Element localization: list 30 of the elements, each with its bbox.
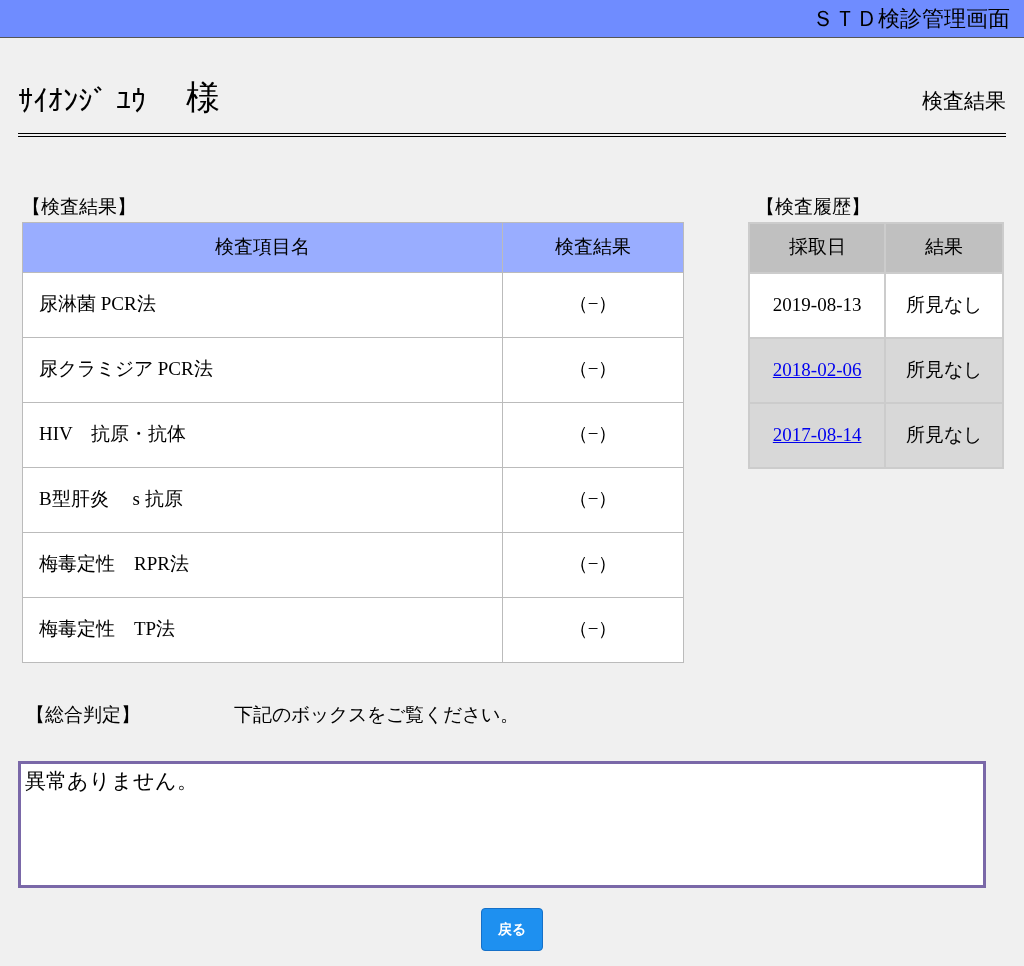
column-header: 採取日 <box>749 222 886 273</box>
column-header: 結果 <box>885 222 1003 273</box>
table-cell: 所見なし <box>885 402 1003 468</box>
table-cell: （−） <box>502 597 684 662</box>
table-cell: 梅毒定性 TP法 <box>22 597 503 662</box>
table-cell: HIV 抗原・抗体 <box>22 402 503 467</box>
table-cell: 2019-08-13 <box>749 272 886 338</box>
section-heading: 【検査結果】 <box>22 196 136 217</box>
table-cell: （−） <box>502 467 684 532</box>
table-cell: 所見なし <box>885 337 1003 403</box>
table-cell: （−） <box>502 402 684 467</box>
table-cell: （−） <box>502 272 684 337</box>
instruction-text: 下記のボックスをご覧ください。 <box>234 702 519 727</box>
table-cell: （−） <box>502 337 684 402</box>
column-header: 検査結果 <box>502 222 684 272</box>
back-button[interactable]: 戻る <box>481 908 543 951</box>
table-cell: 尿淋菌 PCR法 <box>22 272 503 337</box>
table-cell: B型肝炎 s 抗原 <box>22 467 503 532</box>
patient-name: ｻｲｵﾝｼﾞ ﾕｳ <box>18 83 146 119</box>
table-cell: 所見なし <box>885 272 1003 338</box>
table-cell: 梅毒定性 RPR法 <box>22 532 503 597</box>
table-cell: （−） <box>502 532 684 597</box>
column-header: 検査項目名 <box>22 222 503 272</box>
screen-title: ＳＴＤ検診管理画面 <box>812 6 1010 31</box>
page-label: 検査結果 <box>922 87 1006 115</box>
section-heading: 【総合判定】 <box>26 702 140 727</box>
table-cell: 尿クラミジア PCR法 <box>22 337 503 402</box>
honorific: 様 <box>185 78 220 118</box>
section-heading: 【検査履歴】 <box>756 196 870 217</box>
judgement-field[interactable]: 異常ありません。 <box>18 761 986 888</box>
